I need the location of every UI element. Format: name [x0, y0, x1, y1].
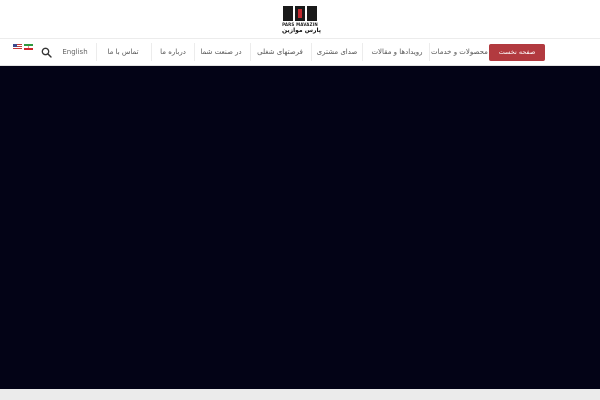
nav-item-customer-voice[interactable]: صدای مشتری [314, 39, 360, 66]
logo-text-fa: پارس موازین [282, 27, 321, 34]
nav-item-industry[interactable]: در صنعت شما [196, 39, 246, 66]
nav-divider [250, 43, 251, 61]
us-flag-icon[interactable] [13, 44, 22, 50]
iran-flag-icon[interactable] [24, 44, 33, 50]
logo-bar: PARS MAVAZIN پارس موازین [0, 0, 600, 38]
search-icon[interactable] [41, 47, 52, 58]
nav-item-events-articles[interactable]: رویدادها و مقالات [366, 39, 428, 66]
nav-divider [362, 43, 363, 61]
logo-bar-block [283, 6, 293, 21]
site-logo[interactable]: PARS MAVAZIN پارس موازین [282, 6, 321, 35]
nav-item-careers[interactable]: فرصتهای شغلی [252, 39, 308, 66]
nav-divider [429, 43, 430, 61]
language-switch-english[interactable]: English [60, 39, 90, 66]
nav-item-contact[interactable]: تماس با ما [99, 39, 147, 66]
logo-red-mark [298, 9, 302, 18]
nav-divider [96, 43, 97, 61]
footer-strip [0, 389, 600, 400]
logo-bar-block [307, 6, 317, 21]
hero-banner [0, 66, 600, 389]
nav-item-products-services[interactable]: محصولات و خدمات [431, 39, 488, 66]
nav-divider [311, 43, 312, 61]
nav-divider [194, 43, 195, 61]
main-navigation: English تماس با ما درباره ما در صنعت شما… [0, 38, 600, 66]
logo-mark-icon [283, 6, 317, 21]
page: PARS MAVAZIN پارس موازین English تماس با… [0, 0, 600, 400]
home-page-button[interactable]: صفحه نخست [489, 44, 545, 61]
nav-item-about[interactable]: درباره ما [152, 39, 194, 66]
